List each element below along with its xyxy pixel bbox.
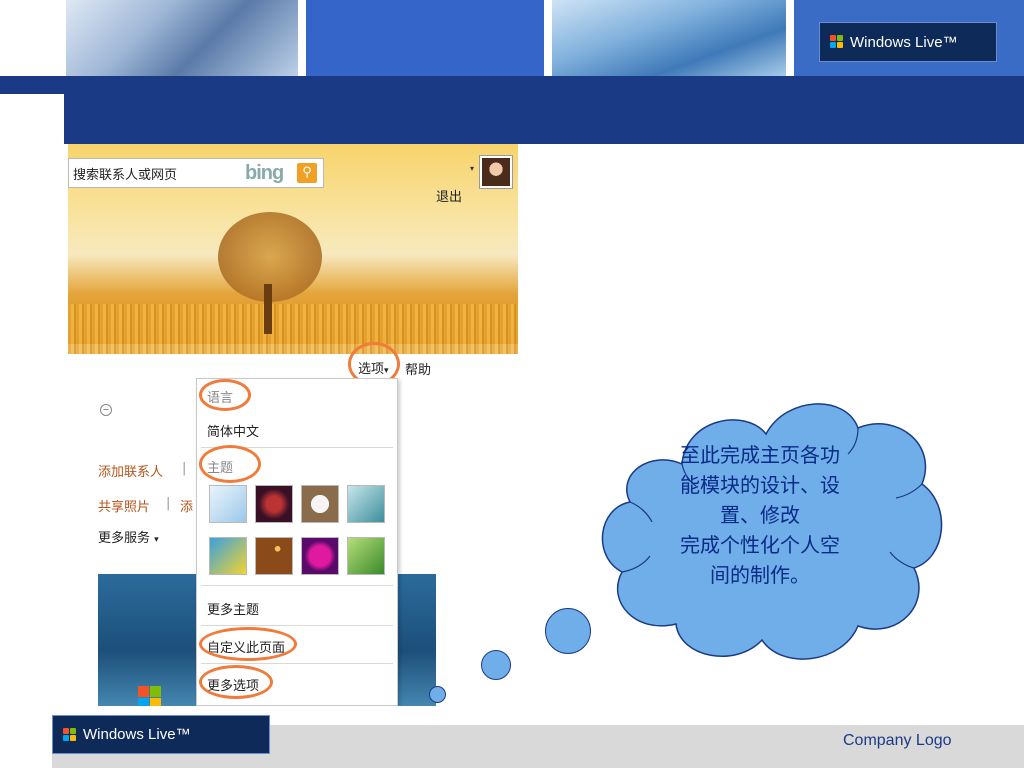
windows-live-screenshot: 搜索联系人或网页 bing ⚲ ▾ 退出 选项▾ 帮助 − 添加联系人 | 共享… [68,144,518,706]
highlight-ring-more-options [199,665,273,699]
header-image-keyboard [66,0,298,76]
exit-link[interactable]: 退出 [436,186,462,205]
add-link-partial[interactable]: 添 [180,496,193,515]
tree-trunk [264,284,272,334]
help-link[interactable]: 帮助 [405,359,431,378]
thought-bubble-small [429,686,446,703]
bing-logo: bing [245,162,284,184]
windows-live-logo: Windows Live™ [819,22,997,62]
more-services-chevron-icon: ▾ [154,535,159,545]
more-services-label: 更多服务 [98,531,151,546]
windows-flag-icon [830,35,844,49]
collapse-icon[interactable]: − [100,404,112,416]
highlight-ring-language [199,379,251,411]
header-image-blue [306,0,544,76]
highlight-ring-theme [199,445,261,483]
avatar[interactable] [480,156,512,188]
menu-divider [201,625,393,626]
search-input[interactable]: 搜索联系人或网页 bing ⚲ [68,158,324,188]
grass-field [68,304,518,354]
link-separator: | [182,461,187,476]
menu-divider [201,585,393,586]
theme-thumbnail-ghost[interactable] [301,485,339,523]
add-contact-link[interactable]: 添加联系人 [98,461,163,480]
thought-bubble-medium [481,650,511,680]
title-band [0,76,1024,94]
footer-windows-live-label: Windows Live™ [83,726,191,743]
company-logo: Company Logo [843,732,952,749]
callout-line: 置、修改 [720,503,800,527]
windows-live-label: Windows Live™ [850,33,958,51]
link-separator: | [166,496,171,511]
search-placeholder: 搜索联系人或网页 [73,167,178,183]
options-dropdown-menu: 语言 简体中文 主题 更多主题 自定义此页面 更多选项 [196,378,398,706]
theme-thumbnail-flower[interactable] [255,485,293,523]
theme-thumbnail-bird[interactable] [347,485,385,523]
menu-item-more-themes[interactable]: 更多主题 [207,599,259,618]
callout-line: 完成个性化个人空 [680,533,840,557]
theme-thumbnail-sky[interactable] [209,485,247,523]
search-icon[interactable]: ⚲ [297,163,317,183]
thought-bubble-large [545,608,591,654]
footer-windows-live-logo: Windows Live™ [52,715,270,754]
highlight-ring-customize [199,627,297,661]
windows-flag-icon [138,686,162,706]
title-band-lower [64,94,1024,144]
avatar-dropdown-icon[interactable]: ▾ [470,164,474,173]
more-services-link[interactable]: 更多服务 ▾ [98,527,159,546]
theme-thumbnail-warm[interactable] [255,537,293,575]
callout-text: 至此完成主页各功 能模块的设计、设 置、修改 完成个性化个人空 间的制作。 [650,440,870,590]
share-photos-link[interactable]: 共享照片 [98,496,150,515]
callout-line: 间的制作。 [710,563,810,587]
header-image-buildings [552,0,786,76]
callout-line: 能模块的设计、设 [680,473,840,497]
theme-thumbnail-character[interactable] [209,537,247,575]
theme-thumbnail-heart[interactable] [301,537,339,575]
windows-flag-icon [63,727,77,742]
menu-divider [201,663,393,664]
menu-item-simplified-chinese[interactable]: 简体中文 [207,421,259,440]
callout-line: 至此完成主页各功 [680,443,840,467]
theme-thumbnail-leaves[interactable] [347,537,385,575]
